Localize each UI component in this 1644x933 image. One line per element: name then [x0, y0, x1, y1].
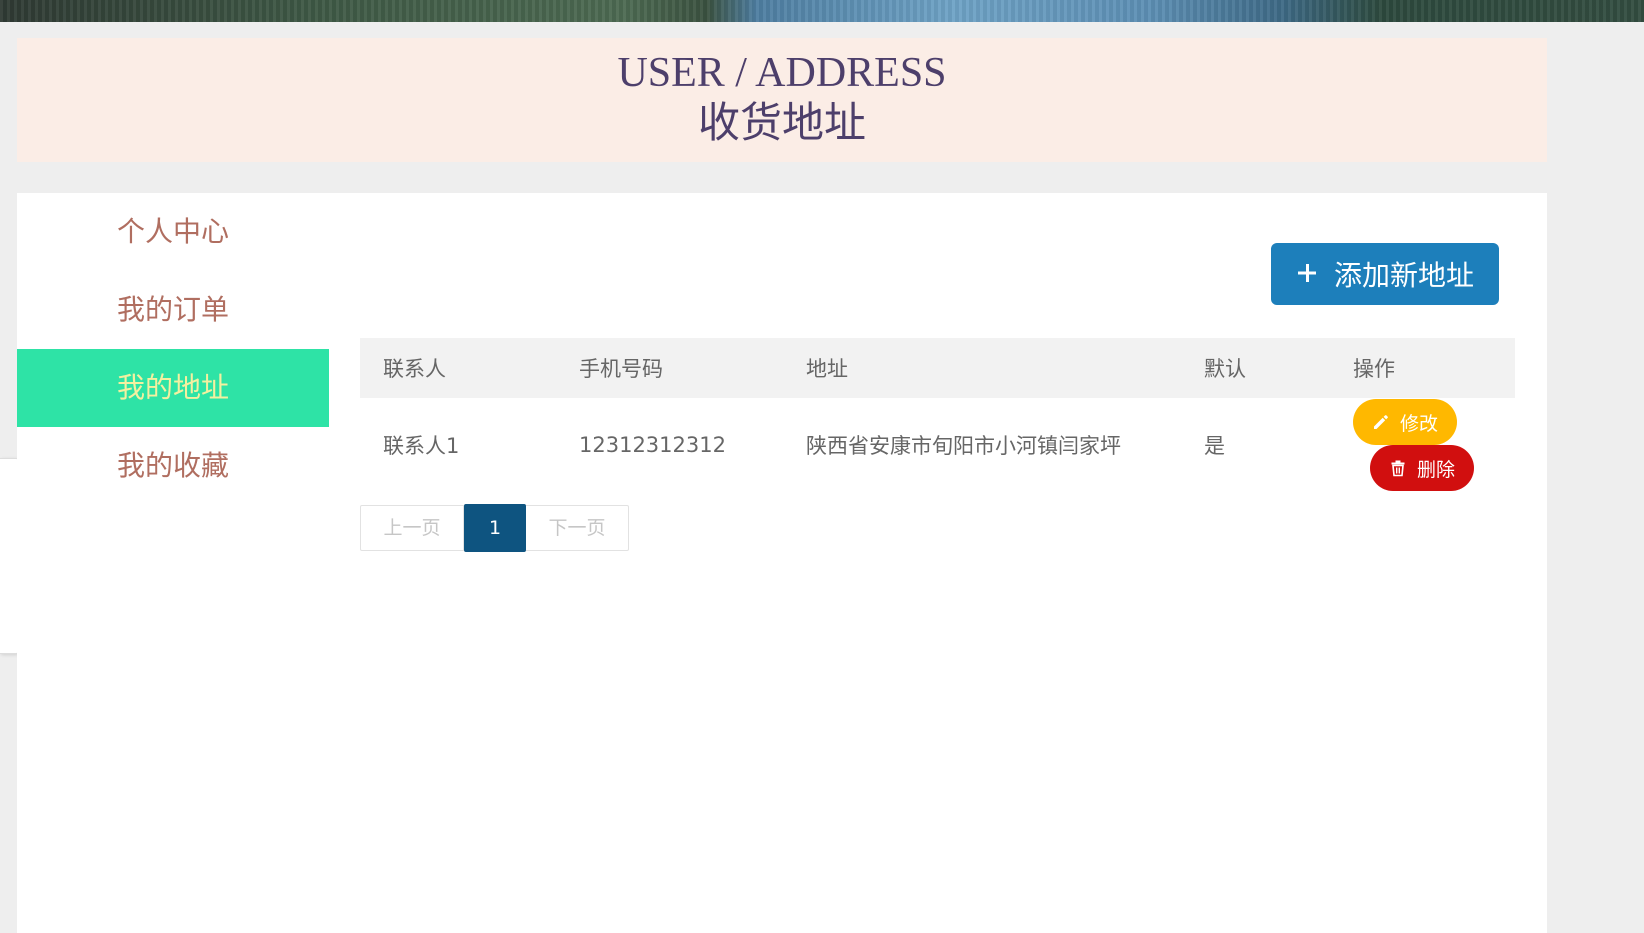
sidebar-item-label: 我的收藏 — [117, 449, 230, 482]
add-address-button[interactable]: 添加新地址 — [1271, 243, 1499, 305]
header-contact: 联系人 — [383, 357, 446, 381]
add-address-label: 添加新地址 — [1333, 259, 1474, 292]
trash-icon — [1391, 460, 1405, 477]
table-header-row: 联系人 手机号码 地址 默认 操作 — [360, 338, 1515, 398]
page-title-cn: 收货地址 — [697, 101, 866, 147]
table-row: 联系人1 12312312312 陕西省安康市旬阳市小河镇闫家坪 是 修改 删除 — [360, 398, 1515, 492]
cell-actions: 修改 删除 — [1330, 398, 1515, 492]
sidebar-item-label: 我的地址 — [117, 371, 230, 404]
cell-contact: 联系人1 — [383, 434, 460, 458]
sidebar-item-label: 我的订单 — [117, 293, 230, 326]
edit-label: 修改 — [1399, 412, 1438, 435]
header-actions: 操作 — [1353, 357, 1395, 381]
cell-address: 陕西省安康市旬阳市小河镇闫家坪 — [806, 434, 1121, 458]
cell-phone: 12312312312 — [579, 433, 726, 457]
pagination: 上一页 1 下一页 — [360, 504, 629, 552]
pencil-icon — [1373, 415, 1388, 429]
sidebar-nav: 个人中心 我的订单 我的地址 我的收藏 — [17, 193, 329, 505]
address-table: 联系人 手机号码 地址 默认 操作 联系人1 12312312312 陕西省安康… — [360, 338, 1515, 492]
prev-page-button[interactable]: 上一页 — [360, 505, 464, 551]
sidebar-item-label: 个人中心 — [117, 215, 230, 248]
sidebar-item-address[interactable]: 我的地址 — [17, 349, 329, 427]
header-phone: 手机号码 — [579, 357, 663, 381]
page-title-en: USER / ADDRESS — [617, 50, 947, 96]
content-panel: 个人中心 我的订单 我的地址 我的收藏 添加新地址 联系人 手机号码 地址 默认 — [17, 193, 1547, 933]
delete-label: 删除 — [1416, 458, 1455, 481]
header-default: 默认 — [1204, 357, 1246, 381]
page-title-banner: USER / ADDRESS 收货地址 — [17, 38, 1547, 162]
sidebar-item-favorites[interactable]: 我的收藏 — [17, 427, 329, 505]
delete-address-button[interactable]: 删除 — [1370, 445, 1474, 491]
sidebar-item-orders[interactable]: 我的订单 — [17, 271, 329, 349]
sidebar-item-profile[interactable]: 个人中心 — [17, 193, 329, 271]
next-page-button[interactable]: 下一页 — [526, 505, 629, 551]
page-1-button[interactable]: 1 — [464, 504, 526, 552]
cell-default: 是 — [1204, 434, 1225, 458]
edit-address-button[interactable]: 修改 — [1353, 399, 1457, 445]
header-address: 地址 — [806, 357, 848, 381]
hero-image-strip — [0, 0, 1644, 22]
plus-icon — [1296, 258, 1318, 291]
